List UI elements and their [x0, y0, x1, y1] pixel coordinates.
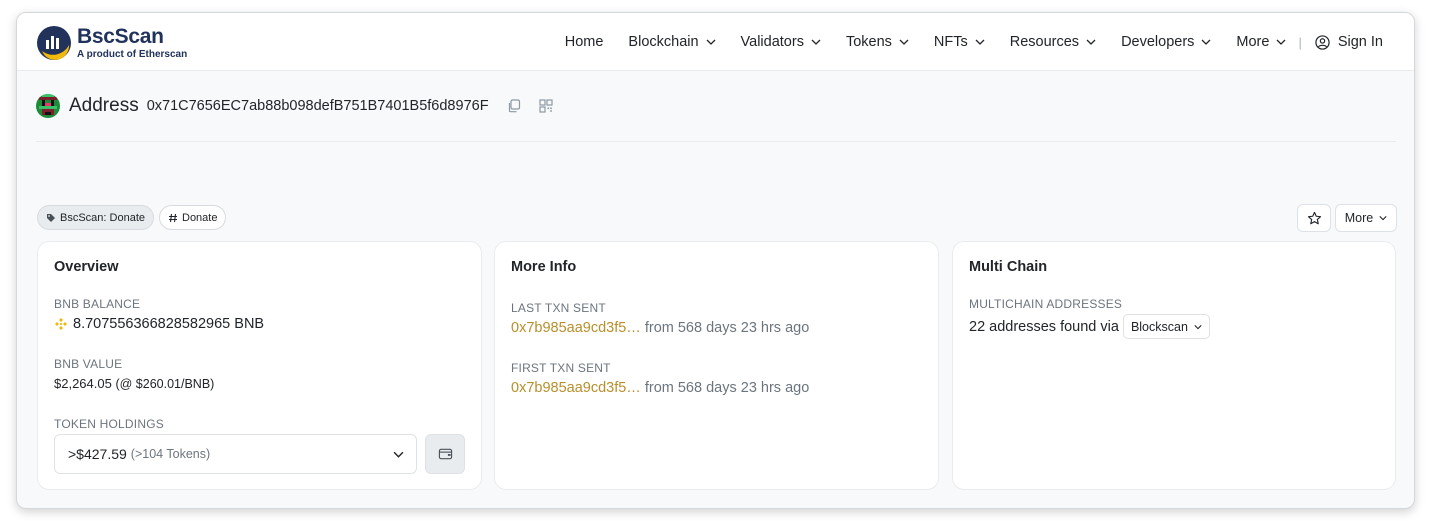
chevron-down-icon — [1086, 39, 1096, 45]
last-txn-hash-link[interactable]: 0x7b985aa9cd3f5… — [511, 320, 641, 336]
tag-icon — [47, 213, 55, 222]
bnb-balance-value: 8.707556366828582965 BNB — [54, 316, 264, 332]
last-txn-label: LAST TXN SENT — [511, 301, 606, 315]
hash-icon — [169, 213, 177, 222]
tag-label: Donate — [182, 211, 218, 224]
multichain-label: MULTICHAIN ADDRESSES — [969, 297, 1123, 311]
favorite-button[interactable] — [1297, 204, 1331, 232]
blockscan-label: Blockscan — [1130, 319, 1188, 334]
address-hash: 0x71C7656EC7ab88b098defB751B7401B5f6d897… — [146, 98, 489, 114]
chevron-down-icon — [899, 39, 909, 45]
sign-in-link[interactable]: Sign In — [1315, 34, 1383, 50]
brand-name: BscScan — [77, 25, 164, 48]
token-holdings-label: TOKEN HOLDINGS — [54, 417, 164, 431]
chevron-down-icon — [393, 451, 404, 458]
bnb-value: $2,264.05 (@ $260.01/BNB) — [54, 376, 214, 391]
nav-resources[interactable]: Resources — [1010, 34, 1096, 50]
overview-title: Overview — [54, 259, 119, 275]
chevron-down-icon — [1201, 39, 1211, 45]
multichain-text: 22 addresses found via — [969, 318, 1119, 335]
nav-developers-label: Developers — [1121, 34, 1195, 50]
bnb-balance-label: BNB BALANCE — [54, 297, 141, 311]
more-info-card: More Info LAST TXN SENT 0x7b985aa9cd3f5…… — [494, 241, 939, 490]
copy-address-button[interactable] — [505, 97, 523, 115]
sign-in-label: Sign In — [1337, 34, 1383, 50]
chevron-down-icon — [811, 39, 821, 45]
main-nav: Home Blockchain Validators Tokens NFTs R… — [565, 13, 1383, 71]
tag-label: BscScan: Donate — [60, 211, 145, 224]
more-actions-button[interactable]: More — [1335, 204, 1397, 232]
first-txn-hash-link[interactable]: 0x7b985aa9cd3f5… — [511, 380, 641, 396]
user-circle-icon — [1315, 34, 1330, 50]
address-tags: BscScan: Donate Donate — [37, 205, 231, 230]
bscscan-logo-icon[interactable] — [36, 25, 72, 61]
copy-icon — [508, 99, 520, 113]
tag-bscscan-donate[interactable]: BscScan: Donate — [37, 205, 154, 230]
token-holdings-count: (>104 Tokens) — [130, 447, 211, 461]
nav-blockchain-label: Blockchain — [628, 34, 699, 50]
first-txn-label: FIRST TXN SENT — [511, 361, 611, 375]
qr-code-button[interactable] — [537, 97, 555, 115]
browser-window: BscScan A product of Etherscan Home Bloc… — [16, 12, 1415, 509]
nav-nfts[interactable]: NFTs — [934, 34, 985, 50]
nav-resources-label: Resources — [1009, 34, 1080, 50]
wallet-icon — [438, 448, 452, 460]
nav-home[interactable]: Home — [565, 34, 604, 50]
brand-subtitle: A product of Etherscan — [77, 49, 188, 60]
multi-chain-title: Multi Chain — [969, 259, 1048, 275]
bnb-balance-text: 8.707556366828582965 BNB — [73, 316, 265, 332]
nav-more-label: More — [1236, 34, 1270, 50]
nav-validators[interactable]: Validators — [741, 34, 821, 50]
tag-donate[interactable]: Donate — [159, 205, 227, 230]
last-txn-row: 0x7b985aa9cd3f5… from 568 days 23 hrs ag… — [511, 320, 809, 336]
token-holdings-value: >$427.59 — [68, 446, 127, 462]
chevron-down-icon — [1276, 39, 1286, 45]
page-title: Address — [69, 95, 139, 116]
more-actions-label: More — [1344, 211, 1374, 225]
brand[interactable]: BscScan A product of Etherscan — [77, 25, 187, 61]
nav-home-label: Home — [564, 34, 604, 50]
star-icon — [1307, 211, 1321, 224]
address-avatar — [36, 94, 60, 118]
last-txn-time: from 568 days 23 hrs ago — [644, 320, 810, 336]
overview-card: Overview BNB BALANCE 8.70755636682858296… — [37, 241, 482, 490]
nav-more[interactable]: More — [1236, 34, 1286, 50]
bnb-value-label: BNB VALUE — [54, 357, 123, 371]
bnb-value-amount: $2,264.05 — [54, 376, 112, 391]
nav-validators-label: Validators — [740, 34, 804, 50]
section-divider — [36, 141, 1396, 142]
chevron-down-icon — [1194, 324, 1202, 329]
nav-nfts-label: NFTs — [933, 34, 968, 50]
first-txn-row: 0x7b985aa9cd3f5… from 568 days 23 hrs ag… — [511, 380, 809, 396]
nav-blockchain[interactable]: Blockchain — [628, 34, 716, 50]
more-info-title: More Info — [511, 259, 577, 275]
blockscan-dropdown[interactable]: Blockscan — [1122, 314, 1210, 339]
nav-tokens[interactable]: Tokens — [846, 34, 909, 50]
first-txn-time: from 568 days 23 hrs ago — [644, 380, 810, 396]
wallet-button[interactable] — [425, 434, 465, 474]
multichain-row: 22 addresses found via Blockscan — [969, 314, 1210, 339]
qr-code-icon — [538, 99, 553, 113]
nav-tokens-label: Tokens — [845, 34, 892, 50]
chevron-down-icon — [1379, 216, 1387, 221]
site-header: BscScan A product of Etherscan Home Bloc… — [17, 13, 1414, 71]
nav-separator: | — [1298, 34, 1302, 50]
nav-developers[interactable]: Developers — [1121, 34, 1211, 50]
token-holdings-dropdown[interactable]: >$427.59 (>104 Tokens) — [54, 434, 417, 474]
multi-chain-card: Multi Chain MULTICHAIN ADDRESSES 22 addr… — [952, 241, 1396, 490]
chevron-down-icon — [975, 39, 985, 45]
bnb-icon — [55, 318, 67, 330]
bnb-rate: (@ $260.01/BNB) — [115, 376, 215, 391]
chevron-down-icon — [706, 39, 716, 45]
address-heading: Address 0x71C7656EC7ab88b098defB751B7401… — [36, 93, 569, 119]
